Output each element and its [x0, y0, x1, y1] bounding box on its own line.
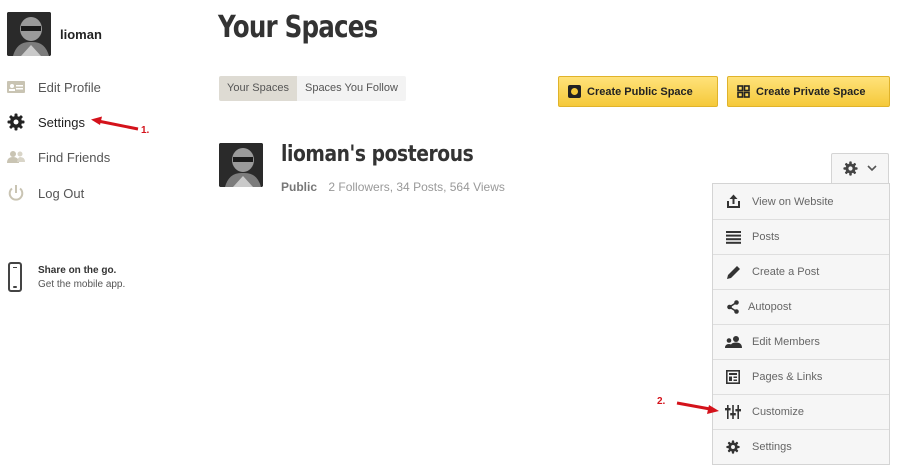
menu-item-label: Customize — [752, 406, 804, 418]
gear-icon — [7, 113, 25, 131]
menu-item-settings[interactable]: Settings — [713, 429, 889, 464]
id-card-icon — [7, 78, 25, 96]
space-stats: 2 Followers, 34 Posts, 564 Views — [328, 180, 505, 194]
sidebar-item-label: Edit Profile — [38, 79, 101, 95]
sidebar-item-find-friends[interactable]: Find Friends — [7, 146, 110, 168]
annotation-arrow-1 — [91, 116, 139, 131]
annotation-arrow-2 — [676, 401, 719, 414]
sidebar-item-settings[interactable]: Settings — [7, 111, 85, 133]
tab-your-spaces[interactable]: Your Spaces — [219, 76, 297, 101]
create-private-space-label: Create Private Space — [756, 85, 866, 98]
people-icon — [7, 148, 25, 166]
space-tabs: Your Spaces Spaces You Follow — [219, 76, 406, 101]
sliders-icon — [724, 403, 742, 421]
tab-spaces-you-follow[interactable]: Spaces You Follow — [296, 76, 406, 101]
menu-item-customize[interactable]: Customize — [713, 394, 889, 429]
space-meta: Public 2 Followers, 34 Posts, 564 Views — [281, 180, 505, 194]
public-space-icon — [568, 85, 581, 98]
sidebar-item-log-out[interactable]: Log Out — [7, 182, 84, 204]
menu-item-label: Edit Members — [752, 336, 820, 348]
create-private-space-button[interactable]: Create Private Space — [727, 76, 890, 107]
create-public-space-button[interactable]: Create Public Space — [558, 76, 718, 107]
menu-item-create-a-post[interactable]: Create a Post — [713, 254, 889, 289]
sidebar-item-label: Log Out — [38, 185, 85, 201]
private-space-icon — [737, 85, 750, 98]
menu-item-label: Posts — [752, 231, 780, 243]
menu-item-label: Pages & Links — [752, 371, 823, 383]
pencil-icon — [724, 263, 742, 281]
page-title: Your Spaces — [218, 10, 378, 45]
annotation-label-1: 1. — [141, 125, 150, 136]
pages-icon — [724, 368, 742, 386]
power-icon — [7, 184, 25, 202]
mobile-promo-title[interactable]: Share on the go. — [38, 265, 116, 276]
annotation-label-2: 2. — [657, 396, 666, 407]
sidebar-item-label: Settings — [38, 114, 85, 130]
menu-item-autopost[interactable]: Autopost — [713, 289, 889, 324]
space-title[interactable]: lioman's posterous — [281, 142, 474, 167]
members-icon — [724, 333, 742, 351]
share-nodes-icon — [724, 298, 742, 316]
gear-icon — [724, 438, 742, 456]
menu-item-posts[interactable]: Posts — [713, 219, 889, 254]
space-settings-menu: View on Website Posts Create a Post Auto… — [712, 183, 890, 465]
mobile-phone-icon — [8, 262, 22, 292]
user-avatar[interactable] — [7, 12, 51, 56]
menu-item-label: Settings — [752, 441, 792, 453]
menu-item-edit-members[interactable]: Edit Members — [713, 324, 889, 359]
gear-icon — [843, 161, 858, 176]
sidebar-item-label: Find Friends — [38, 149, 111, 165]
mobile-promo-subtitle[interactable]: Get the mobile app. — [38, 279, 125, 290]
create-public-space-label: Create Public Space — [587, 85, 693, 98]
space-visibility: Public — [281, 180, 318, 194]
menu-item-label: Autopost — [748, 301, 792, 313]
space-avatar[interactable] — [219, 143, 263, 187]
space-settings-dropdown-button[interactable] — [831, 153, 889, 183]
menu-item-label: Create a Post — [752, 266, 820, 278]
menu-item-view-on-website[interactable]: View on Website — [713, 184, 889, 219]
chevron-down-icon — [867, 165, 877, 172]
username[interactable]: lioman — [60, 27, 102, 42]
sidebar-item-edit-profile[interactable]: Edit Profile — [7, 76, 101, 98]
share-out-icon — [724, 193, 742, 211]
menu-item-label: View on Website — [752, 195, 834, 208]
menu-item-pages-links[interactable]: Pages & Links — [713, 359, 889, 394]
list-icon — [724, 228, 742, 246]
